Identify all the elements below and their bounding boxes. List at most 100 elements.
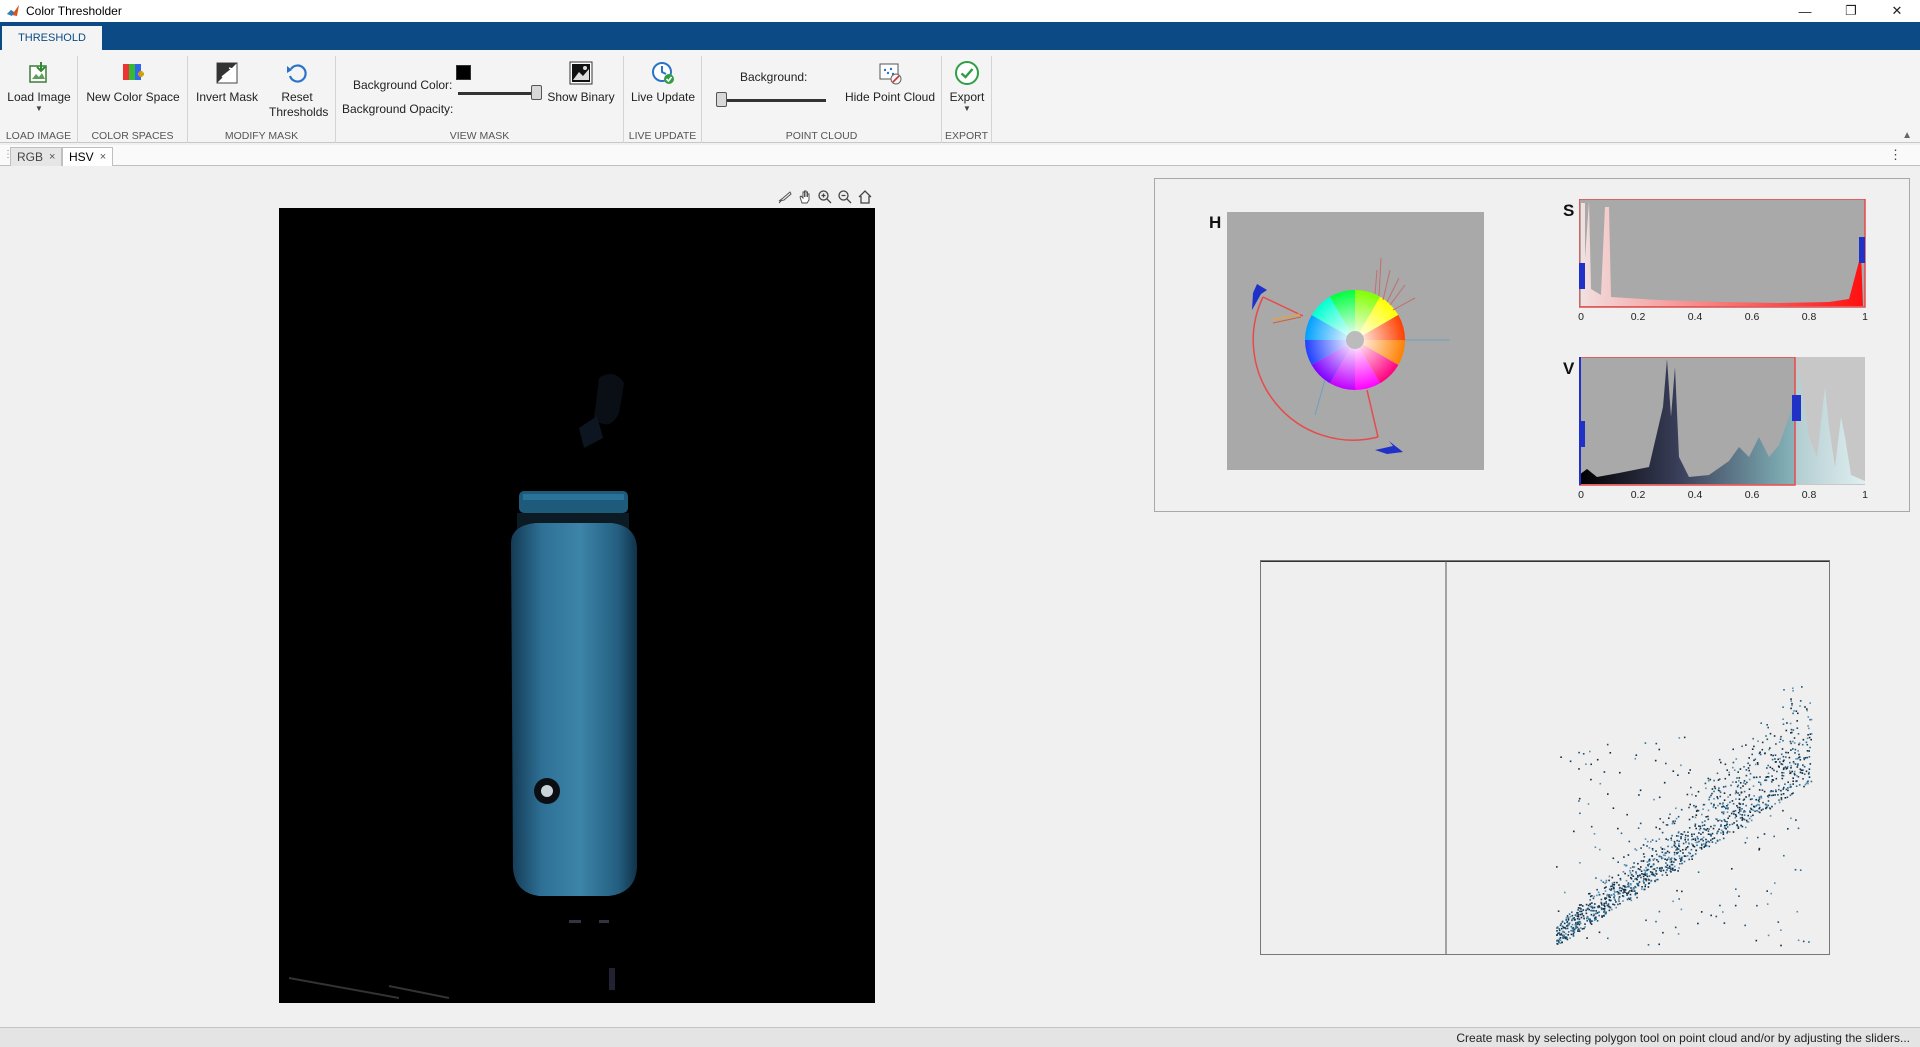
point-cloud-point — [1586, 920, 1588, 922]
point-cloud-point — [1793, 737, 1796, 739]
point-cloud-point — [1791, 731, 1793, 734]
point-cloud-point — [1559, 937, 1562, 939]
close-icon[interactable]: × — [100, 151, 106, 163]
point-cloud-point — [1791, 702, 1793, 705]
point-cloud-point — [1787, 828, 1789, 830]
point-cloud-point — [1727, 808, 1729, 810]
zoom-out-icon[interactable] — [836, 188, 853, 205]
reset-thresholds-button[interactable]: Reset Thresholds — [264, 60, 330, 120]
point-cloud-point — [1724, 785, 1727, 788]
point-cloud-point — [1587, 918, 1590, 920]
minimize-icon[interactable]: — — [1782, 0, 1828, 22]
hide-point-cloud-button[interactable]: Hide Point Cloud — [842, 60, 938, 105]
tab-threshold[interactable]: THRESHOLD — [2, 26, 102, 50]
point-cloud-point — [1797, 763, 1799, 765]
point-cloud-point — [1736, 805, 1738, 807]
point-cloud-point — [1691, 833, 1693, 836]
point-cloud-point — [1767, 795, 1769, 797]
hue-polar-histogram[interactable] — [1227, 212, 1484, 470]
dropdown-arrow-icon[interactable]: ▼ — [963, 105, 971, 113]
saturation-histogram[interactable] — [1579, 199, 1869, 309]
point-cloud-point — [1609, 906, 1611, 909]
point-cloud-point — [1624, 891, 1626, 894]
point-cloud-point — [1724, 777, 1727, 780]
masked-image[interactable] — [279, 208, 875, 1003]
invert-mask-button[interactable]: Invert Mask — [194, 60, 260, 105]
point-cloud-point — [1634, 893, 1637, 895]
point-cloud-point — [1577, 907, 1580, 909]
point-cloud-point — [1682, 842, 1685, 845]
point-cloud-point — [1713, 824, 1715, 827]
point-cloud-background-slider-thumb[interactable] — [716, 92, 727, 107]
point-cloud-point — [1642, 844, 1645, 846]
point-cloud-point — [1588, 893, 1590, 895]
tab-hsv-label: HSV — [69, 150, 94, 164]
point-cloud-point — [1807, 725, 1809, 727]
point-cloud-point — [1569, 937, 1571, 939]
background-opacity-slider[interactable] — [458, 92, 542, 95]
background-opacity-slider-thumb[interactable] — [531, 85, 542, 100]
point-cloud-point — [1799, 705, 1801, 707]
point-cloud-point — [1653, 858, 1656, 860]
pan-hand-icon[interactable] — [796, 188, 813, 205]
load-image-button[interactable]: Load Image ▼ — [6, 60, 72, 113]
point-cloud-point — [1589, 903, 1591, 906]
point-cloud-point — [1779, 738, 1782, 740]
tab-hsv[interactable]: HSV × — [62, 147, 114, 166]
point-cloud-panel[interactable] — [1260, 560, 1830, 955]
point-cloud-point — [1557, 940, 1560, 942]
background-color-swatch[interactable] — [456, 65, 471, 80]
new-color-space-button[interactable]: New Color Space — [84, 60, 182, 105]
export-button[interactable]: Export ▼ — [944, 60, 990, 113]
dropdown-arrow-icon[interactable]: ▼ — [35, 105, 43, 113]
point-cloud-point — [1780, 793, 1783, 796]
close-icon[interactable]: ✕ — [1874, 0, 1920, 22]
point-cloud-point — [1803, 765, 1806, 768]
point-cloud-point — [1598, 931, 1601, 934]
point-cloud-point — [1792, 777, 1794, 779]
point-cloud-point — [1781, 748, 1784, 750]
point-cloud-point — [1589, 922, 1592, 924]
point-cloud-point — [1650, 866, 1652, 868]
point-cloud-point — [1726, 826, 1729, 828]
point-cloud-point — [1736, 777, 1738, 779]
live-update-button[interactable]: Live Update — [628, 60, 698, 105]
point-cloud-point — [1627, 892, 1629, 895]
zoom-in-icon[interactable] — [816, 188, 833, 205]
point-cloud-point — [1672, 900, 1674, 903]
point-cloud-point — [1772, 790, 1774, 793]
point-cloud-point — [1677, 831, 1680, 834]
point-cloud-plot[interactable] — [1261, 560, 1829, 954]
point-cloud-point — [1713, 798, 1715, 800]
point-cloud-point — [1782, 755, 1785, 758]
point-cloud-point — [1702, 808, 1704, 810]
point-cloud-point — [1748, 757, 1750, 759]
point-cloud-point — [1648, 860, 1651, 863]
tab-rgb[interactable]: RGB × — [10, 147, 63, 166]
point-cloud-point — [1795, 780, 1797, 783]
point-cloud-point — [1624, 872, 1626, 875]
close-icon[interactable]: × — [49, 151, 55, 163]
point-cloud-point — [1748, 778, 1751, 781]
point-cloud-point — [1707, 815, 1709, 818]
collapse-ribbon-icon[interactable]: ▲ — [1902, 130, 1912, 141]
brush-icon[interactable] — [776, 188, 793, 205]
show-binary-button[interactable]: Show Binary — [544, 60, 618, 105]
point-cloud-point — [1694, 839, 1697, 841]
point-cloud-point — [1668, 856, 1670, 859]
point-cloud-point — [1647, 886, 1650, 888]
point-cloud-point — [1613, 881, 1616, 884]
home-icon[interactable] — [856, 188, 873, 205]
point-cloud-point — [1582, 753, 1585, 755]
point-cloud-point — [1634, 848, 1636, 850]
point-cloud-point — [1791, 704, 1793, 707]
more-options-icon[interactable]: ⋮ — [1889, 147, 1902, 163]
point-cloud-point — [1622, 888, 1625, 891]
value-histogram[interactable] — [1579, 357, 1869, 487]
point-cloud-point — [1646, 861, 1649, 863]
point-cloud-point — [1693, 845, 1696, 848]
point-cloud-background-slider[interactable] — [716, 99, 826, 102]
point-cloud-point — [1673, 865, 1676, 868]
restore-icon[interactable]: ❐ — [1828, 0, 1874, 22]
point-cloud-point — [1618, 889, 1621, 892]
